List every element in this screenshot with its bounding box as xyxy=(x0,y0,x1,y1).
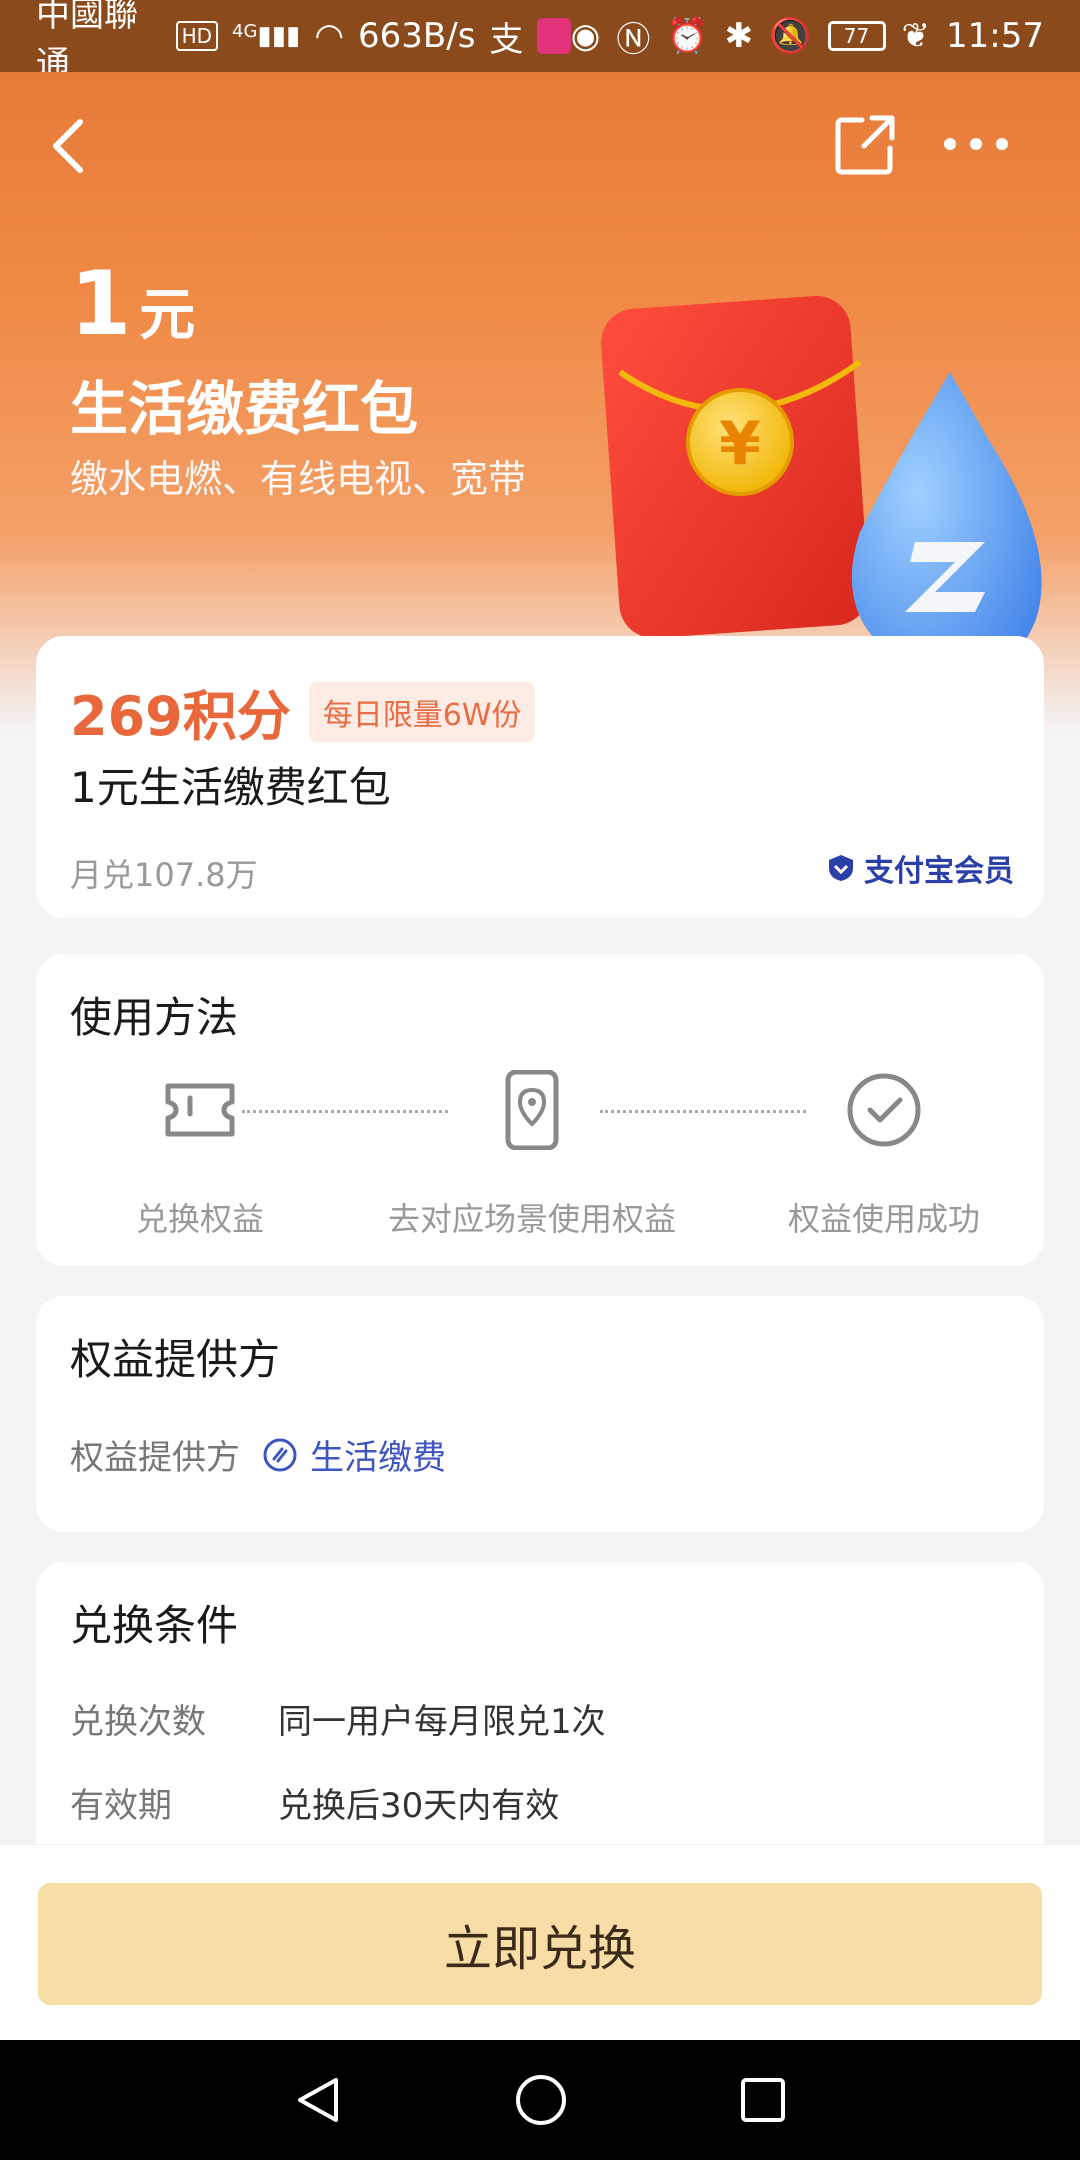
back-triangle-icon[interactable] xyxy=(292,2074,344,2126)
step-label: 去对应场景使用权益 xyxy=(387,1200,677,1238)
condition-label: 有效期 xyxy=(70,1786,172,1826)
system-navigation-bar xyxy=(0,2040,1080,2160)
hero-banner: 1 元 生活缴费红包 缴水电燃、有线电视、宽带 ¥ xyxy=(0,72,1080,732)
signal-icon: 4G▮▮▮ xyxy=(232,21,301,51)
alipay-notification-icon: 支 xyxy=(489,19,524,60)
more-dot-icon xyxy=(944,138,956,150)
provider-card: 权益提供方 权益提供方 生活缴费 xyxy=(36,1296,1044,1532)
bill-payment-icon xyxy=(263,1438,297,1471)
usage-card: 使用方法 兑换权益 去对应场景使用权益 权益使用成功 xyxy=(36,954,1044,1266)
provider-heading: 权益提供方 xyxy=(70,1335,281,1384)
product-title: 1元生活缴费红包 xyxy=(70,763,391,812)
vibrate-icon: ✱ xyxy=(724,16,754,56)
usage-heading: 使用方法 xyxy=(70,993,239,1042)
recents-square-icon[interactable] xyxy=(738,2075,788,2125)
eye-icon: ◉ xyxy=(570,16,601,56)
hd-badge: HD xyxy=(175,21,219,51)
back-button[interactable] xyxy=(46,116,90,176)
alipay-member-badge: 支付宝会员 xyxy=(826,846,1014,890)
condition-value: 兑换后30天内有效 xyxy=(278,1786,560,1826)
ticket-icon xyxy=(165,1083,235,1137)
more-button[interactable] xyxy=(944,134,1016,154)
app-notification-icon xyxy=(537,18,571,54)
leaf-icon: ❦ xyxy=(901,16,931,56)
provider-label: 权益提供方 xyxy=(70,1438,240,1478)
condition-row: 兑换次数 同一用户每月限兑1次 xyxy=(70,1694,606,1743)
share-icon xyxy=(835,115,895,175)
battery-icon: 77 xyxy=(827,21,886,51)
hero-title: 生活缴费红包 xyxy=(70,375,419,443)
phone-location-icon xyxy=(505,1070,559,1150)
step-connector xyxy=(242,1110,448,1113)
check-circle-icon xyxy=(847,1073,921,1147)
mute-icon: 🔕 xyxy=(769,16,812,56)
red-envelope-water-drop-illustration: ¥ xyxy=(601,295,1042,678)
bottom-action-bar: 立即兑换 xyxy=(0,1844,1080,2040)
condition-row: 有效期 兑换后30天内有效 xyxy=(70,1778,559,1827)
hero-subtitle: 缴水电燃、有线电视、宽带 xyxy=(70,457,527,501)
step-label: 兑换权益 xyxy=(135,1200,265,1238)
usage-steps: 兑换权益 去对应场景使用权益 权益使用成功 xyxy=(36,1070,1044,1250)
step-connector xyxy=(600,1110,806,1113)
nfc-icon: Ⓝ xyxy=(616,19,651,60)
step-label: 权益使用成功 xyxy=(787,1200,981,1238)
monthly-redeemed: 月兑107.8万 xyxy=(70,856,258,894)
product-card: 269积分 每日限量6W份 1元生活缴费红包 月兑107.8万 支付宝会员 xyxy=(36,636,1044,918)
network-speed: 663B/s xyxy=(358,16,476,56)
home-circle-icon[interactable] xyxy=(514,2073,568,2127)
daily-limit-badge: 每日限量6W份 xyxy=(308,681,536,742)
condition-value: 同一用户每月限兑1次 xyxy=(278,1702,606,1742)
wifi-icon: ◠ xyxy=(314,16,345,56)
condition-label: 兑换次数 xyxy=(70,1702,206,1742)
shield-icon xyxy=(829,855,853,881)
points-price: 269积分 xyxy=(70,685,291,748)
conditions-heading: 兑换条件 xyxy=(70,1601,239,1650)
clock: 11:57 xyxy=(946,16,1044,56)
provider-link[interactable]: 生活缴费 xyxy=(262,1430,446,1479)
hero-amount: 1 元 xyxy=(70,252,196,355)
status-bar: 中國聯通 HD 4G▮▮▮ ◠ 663B/s 支 ◉ Ⓝ ⏰ ✱ 🔕 77 ❦ … xyxy=(0,0,1080,84)
back-arrow-icon xyxy=(53,119,83,173)
svg-text:¥: ¥ xyxy=(719,409,761,479)
redeem-button[interactable]: 立即兑换 xyxy=(38,1883,1042,2005)
alarm-icon: ⏰ xyxy=(666,16,709,56)
share-button[interactable] xyxy=(832,112,898,178)
